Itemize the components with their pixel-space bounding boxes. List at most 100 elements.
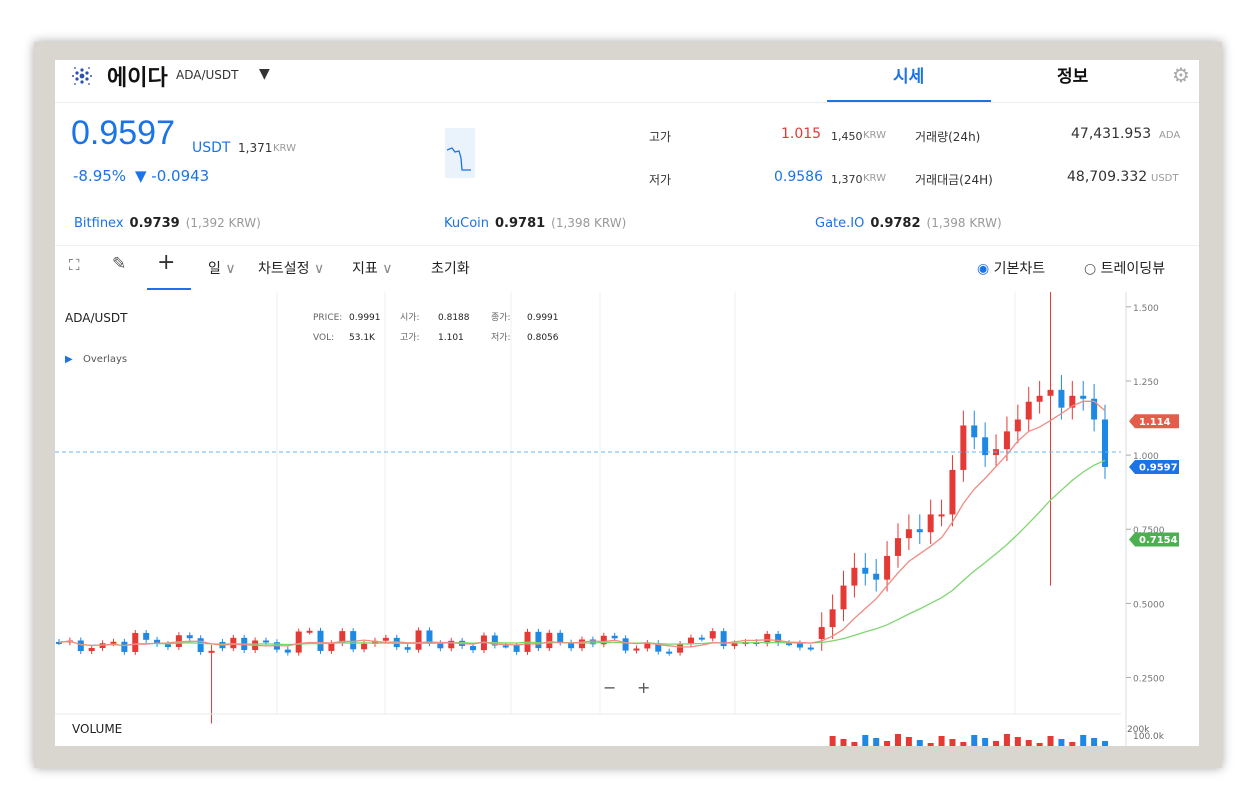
exchange-price: 0.9781 bbox=[495, 216, 546, 231]
volume-bar bbox=[884, 741, 891, 746]
volume-bar bbox=[1058, 739, 1065, 746]
volume-tick-2: 100.0k bbox=[1133, 732, 1165, 742]
candle bbox=[1014, 419, 1021, 432]
overlays-toggle-icon[interactable]: ▶ bbox=[65, 354, 73, 365]
coin-detail-panel: 에이다 ADA/USDT ▼ 시세 정보 ⚙ 0.9597 USDT 1,371… bbox=[55, 60, 1199, 746]
volume-bar bbox=[1036, 743, 1043, 746]
exchange-krw: (1,398 KRW) bbox=[926, 216, 1002, 230]
exchange-bitfinex[interactable]: Bitfinex 0.9739 (1,392 KRW) bbox=[74, 216, 261, 231]
exchange-gateio[interactable]: Gate.IO 0.9782 (1,398 KRW) bbox=[815, 216, 1002, 231]
candle bbox=[415, 630, 422, 650]
high-label: 고가 bbox=[649, 130, 672, 144]
gear-icon[interactable]: ⚙ bbox=[1172, 63, 1190, 87]
candle bbox=[1080, 395, 1087, 399]
price-krw-unit: KRW bbox=[273, 143, 296, 154]
candle bbox=[731, 643, 738, 647]
legend-price-label: PRICE: bbox=[313, 313, 342, 323]
chevron-down-icon: ∨ bbox=[382, 261, 393, 277]
candle bbox=[230, 637, 237, 649]
radio-tv-label: 트레이딩뷰 bbox=[1100, 261, 1166, 277]
candle bbox=[927, 514, 934, 533]
exchange-name: Gate.IO bbox=[815, 216, 865, 231]
y-axis-tick-label: 1.250 bbox=[1133, 378, 1159, 388]
candle bbox=[1058, 389, 1065, 408]
candle bbox=[284, 649, 291, 653]
legend-vol-label: VOL: bbox=[313, 333, 334, 343]
radio-basic-chart[interactable]: ◉ 기본차트 bbox=[977, 258, 1045, 278]
candle bbox=[862, 567, 869, 574]
overlays-label[interactable]: Overlays bbox=[83, 354, 127, 365]
chart-symbol: ADA/USDT bbox=[65, 311, 128, 325]
current-price: 0.9597 bbox=[71, 114, 175, 152]
low-krw-unit: KRW bbox=[863, 173, 886, 184]
volume-24h-label: 거래량(24h) bbox=[915, 130, 981, 144]
legend-open-label: 시가: bbox=[400, 312, 420, 323]
fullscreen-icon[interactable]: ⛶ bbox=[69, 256, 80, 274]
candle bbox=[361, 643, 368, 650]
price-chart[interactable]: 1.500 1.250 1.000 0.7500 0.5000 0.2500 1.114 0… bbox=[55, 292, 1199, 746]
candle bbox=[208, 650, 215, 653]
exchange-krw: (1,392 KRW) bbox=[185, 216, 261, 230]
legend-close: 0.9991 bbox=[527, 313, 559, 323]
legend-low-label: 저가: bbox=[491, 332, 511, 343]
volume-bar bbox=[840, 739, 847, 746]
candle bbox=[557, 632, 564, 643]
chart-settings-button[interactable]: 차트설정 ∨ bbox=[258, 258, 324, 278]
change-percent: -8.95% bbox=[73, 167, 127, 185]
radio-empty-icon: ○ bbox=[1084, 261, 1097, 277]
candle bbox=[873, 573, 880, 580]
radio-tradingview[interactable]: ○ 트레이딩뷰 bbox=[1084, 258, 1165, 278]
candle bbox=[949, 469, 956, 515]
crosshair-icon[interactable]: + bbox=[157, 250, 175, 275]
indicators-button[interactable]: 지표 ∨ bbox=[352, 258, 392, 278]
y-axis-tick-label: 1.500 bbox=[1133, 304, 1159, 314]
candle bbox=[829, 609, 836, 628]
volume-bar bbox=[971, 735, 978, 746]
candle bbox=[851, 567, 858, 586]
legend-high-label: 고가: bbox=[400, 332, 420, 343]
volume-bar bbox=[894, 734, 901, 746]
candle bbox=[350, 631, 357, 650]
volume-bar bbox=[1025, 740, 1032, 746]
volume-bar bbox=[982, 738, 989, 746]
amount-24h-label: 거래대금(24H) bbox=[915, 173, 993, 187]
price-krw: 1,371 bbox=[238, 141, 273, 155]
volume-bar bbox=[1014, 737, 1021, 746]
volume-bar bbox=[873, 738, 880, 746]
exchange-price: 0.9739 bbox=[129, 216, 180, 231]
candle bbox=[143, 632, 150, 640]
volume-bar bbox=[960, 742, 967, 746]
zoom-out-button[interactable]: − bbox=[603, 678, 616, 697]
volume-bar bbox=[1080, 735, 1087, 746]
tab-info[interactable]: 정보 bbox=[1057, 62, 1088, 87]
zoom-in-button[interactable]: + bbox=[637, 678, 650, 697]
pair-label[interactable]: ADA/USDT bbox=[176, 68, 238, 82]
candle bbox=[709, 631, 716, 639]
candle bbox=[77, 640, 84, 652]
candle bbox=[186, 635, 193, 639]
legend-high: 1.101 bbox=[438, 333, 464, 343]
reset-button[interactable]: 초기화 bbox=[431, 258, 470, 278]
candle bbox=[677, 644, 684, 653]
candle bbox=[317, 630, 324, 651]
candle bbox=[121, 641, 128, 652]
indicators-label: 지표 bbox=[352, 261, 378, 277]
pair-dropdown-caret-icon[interactable]: ▼ bbox=[259, 66, 270, 82]
volume-bar bbox=[993, 741, 1000, 746]
amount-24h-unit: USDT bbox=[1151, 173, 1179, 184]
interval-select[interactable]: 일 ∨ bbox=[208, 258, 236, 278]
candle bbox=[306, 630, 313, 633]
chart-canvas[interactable]: 1.5001.2501.0000.75000.50000.2500 1.1140… bbox=[55, 292, 1199, 746]
pencil-icon[interactable]: ✎ bbox=[112, 254, 126, 274]
tab-price[interactable]: 시세 bbox=[893, 62, 924, 87]
candle bbox=[295, 631, 302, 653]
volume-bar bbox=[851, 742, 858, 746]
exchange-kucoin[interactable]: KuCoin 0.9781 (1,398 KRW) bbox=[444, 216, 626, 231]
low-label: 저가 bbox=[649, 173, 672, 187]
y-axis-tick-label: 0.5000 bbox=[1133, 600, 1165, 610]
candle bbox=[513, 645, 520, 652]
candle bbox=[633, 648, 640, 651]
volume-24h-value: 47,431.953 bbox=[1071, 126, 1152, 142]
candle bbox=[502, 645, 509, 648]
low-value: 0.9586 bbox=[774, 169, 823, 185]
